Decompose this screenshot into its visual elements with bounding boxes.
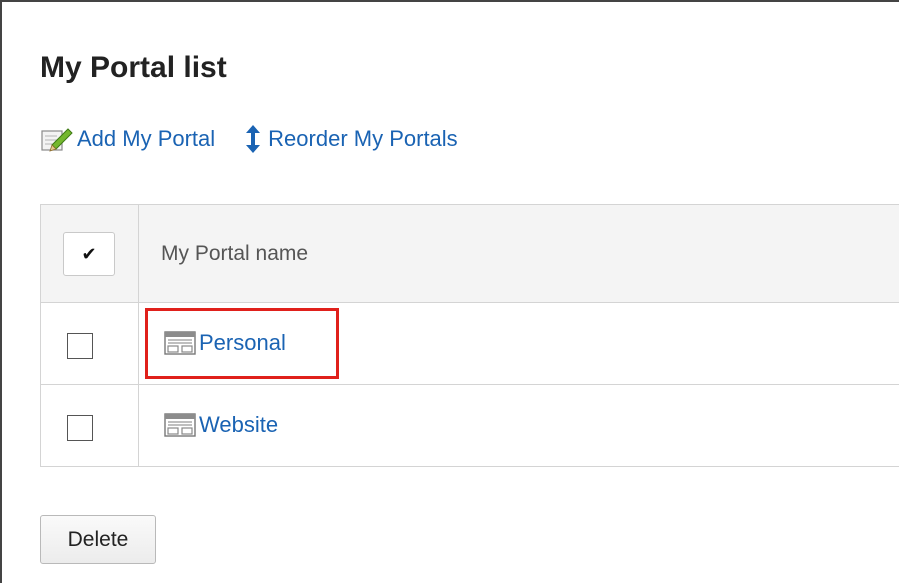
reorder-my-portals-link[interactable]: Reorder My Portals (241, 124, 458, 154)
portal-layout-icon (163, 412, 197, 438)
table-row: Website (41, 385, 899, 466)
portal-table: ✔ My Portal name Personal Website (40, 204, 899, 467)
portal-link-website[interactable]: Website (163, 412, 278, 438)
row-check-cell (41, 385, 139, 466)
reorder-my-portals-label: Reorder My Portals (268, 126, 458, 151)
updown-arrow-icon (241, 124, 265, 154)
page-title: My Portal list (40, 51, 227, 84)
header-name-cell: My Portal name (139, 205, 899, 302)
row-checkbox[interactable] (67, 415, 93, 441)
table-row: Personal (41, 303, 899, 385)
portal-name: Website (199, 412, 279, 437)
row-name-cell: Website (139, 385, 899, 466)
select-all-button[interactable]: ✔ (63, 232, 115, 276)
add-my-portal-label: Add My Portal (77, 126, 216, 151)
portal-layout-icon (163, 330, 197, 356)
table-header-row: ✔ My Portal name (41, 205, 899, 303)
checkmark-icon: ✔ (81, 244, 97, 264)
row-name-cell: Personal (139, 303, 899, 384)
edit-pencil-icon (40, 126, 74, 152)
page-frame: My Portal list Add My Portal Reorder My … (0, 0, 899, 583)
portal-link-personal[interactable]: Personal (163, 330, 286, 356)
portal-name: Personal (199, 330, 286, 355)
row-check-cell (41, 303, 139, 384)
add-my-portal-link[interactable]: Add My Portal (40, 126, 215, 152)
header-check-cell: ✔ (41, 205, 139, 302)
column-header-portal-name: My Portal name (161, 242, 309, 265)
delete-button[interactable]: Delete (40, 515, 156, 564)
row-checkbox[interactable] (67, 333, 93, 359)
action-bar: Add My Portal Reorder My Portals (40, 122, 458, 156)
